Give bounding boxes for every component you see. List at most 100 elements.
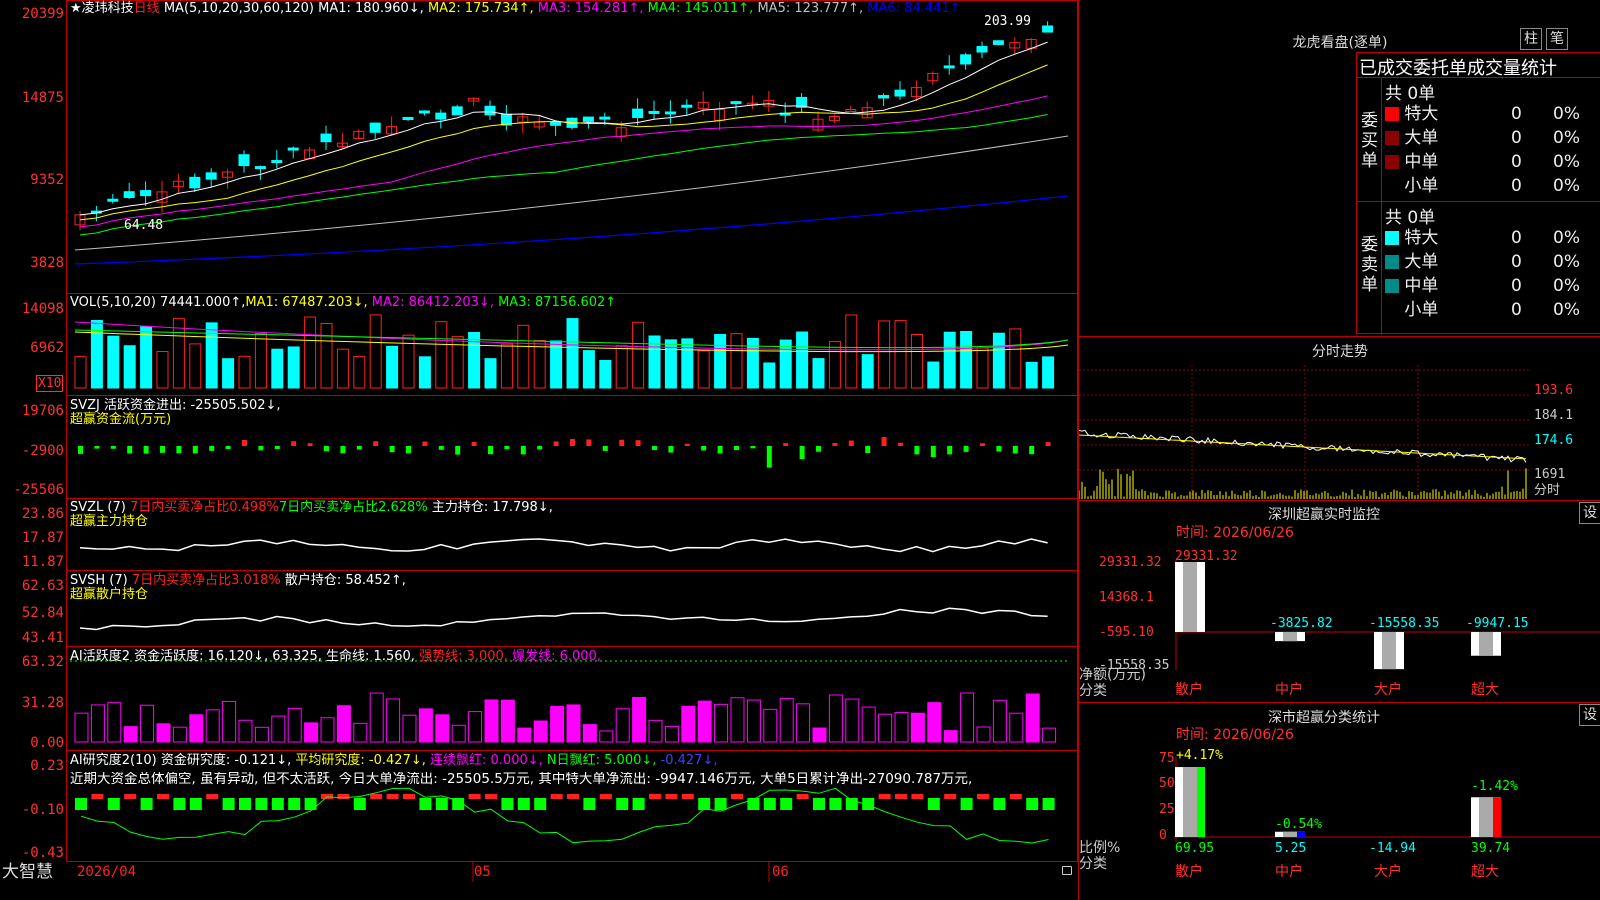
- ai2-bar: [977, 794, 989, 799]
- sz-monitor-value: -9947.15: [1466, 616, 1529, 631]
- ai2-bar: [911, 794, 924, 799]
- volume-bar: [599, 359, 612, 389]
- vol-multiplier: X10: [36, 375, 64, 392]
- ai2-bar: [353, 798, 366, 810]
- star-icon: ★: [70, 1, 82, 16]
- period-label[interactable]: 日线: [134, 1, 160, 16]
- svzj-bar: [570, 439, 575, 446]
- ai2-bar: [255, 798, 268, 810]
- ai1-bar: [714, 703, 729, 743]
- lock-icon[interactable]: [1062, 866, 1072, 875]
- ai2-bar: [895, 794, 907, 799]
- ai2-bar: [681, 794, 694, 799]
- candle-body: [320, 133, 332, 143]
- svzl-t1: 7日内买卖净占比0.498%: [129, 500, 279, 515]
- ai1-bar: [894, 711, 909, 743]
- svzj-bar: [94, 446, 100, 449]
- ai1-bar: [90, 704, 105, 743]
- ai1-bar: [910, 712, 925, 743]
- ai1-bar: [599, 730, 614, 743]
- svzj-axis-2: -2900: [21, 443, 64, 459]
- ai2-header: AI研究度2(10) 资金研究度: -0.121↓, 平均研究度: -0.427…: [70, 753, 717, 768]
- fenshi-axis-1: 193.6: [1534, 383, 1574, 398]
- svzj-bar: [537, 446, 543, 450]
- ai2-bar: [944, 794, 957, 799]
- main-axis-4: 3828: [30, 255, 64, 271]
- ai1-bar: [582, 724, 597, 743]
- svzj-bar: [652, 446, 657, 450]
- tick-mode-button[interactable]: 笔: [1546, 28, 1568, 50]
- candle-body: [730, 101, 742, 105]
- sz-monitor-bar: [1471, 632, 1501, 656]
- sell-row-1: 大单 0 0%: [1385, 251, 1600, 273]
- row-label: 小单: [1404, 300, 1439, 320]
- ai1-bar: [107, 702, 122, 743]
- volume-bar: [304, 316, 317, 389]
- volume-bar: [140, 325, 153, 389]
- fenshi-chart[interactable]: 193.6 184.1 174.6 1691 分时: [1079, 365, 1600, 501]
- candle-body: [189, 176, 201, 189]
- row-pct: 0%: [1553, 276, 1580, 296]
- svzj-bar: [438, 446, 444, 450]
- bar-mode-button[interactable]: 柱: [1520, 28, 1542, 50]
- svzj-axis-1: 19706: [21, 403, 64, 419]
- ai2-bar: [534, 798, 547, 810]
- ma4-label: MA4: 145.011↑,: [647, 1, 754, 16]
- svzj-bar: [865, 446, 871, 453]
- volume-bar: [74, 356, 87, 389]
- ai2-bar: [780, 798, 793, 810]
- sz-stats-cat: 超大: [1471, 864, 1499, 880]
- legend-swatch: [1385, 155, 1399, 169]
- ai2-bar: [731, 794, 743, 799]
- row-count: 0: [1511, 152, 1522, 172]
- row-count: 0: [1511, 128, 1522, 148]
- ai1-bar: [615, 708, 630, 743]
- chart-area[interactable]: ★凌玮科技日线 MA(5,10,20,30,60,120) MA1: 180.9…: [0, 0, 1078, 882]
- sz-monitor-axis: -595.10: [1099, 625, 1154, 640]
- sz-stats-value: -14.94: [1369, 841, 1416, 856]
- ai1-bar: [386, 698, 401, 743]
- svzj-header: SVZJ 活跃资金进出: -25505.502↓,: [70, 398, 281, 413]
- volume-bar: [976, 347, 989, 389]
- ai2-bar: [599, 794, 612, 799]
- svzj-bar: [619, 439, 625, 446]
- svzj-bar: [110, 446, 116, 449]
- ai1-bar: [992, 699, 1007, 743]
- svsh-name: SVSH (7): [70, 573, 128, 588]
- vol-axis-1: 14098: [21, 301, 64, 317]
- ai2-bar: [1042, 798, 1055, 810]
- candle-body: [681, 104, 693, 108]
- ai2-bar: [485, 794, 497, 799]
- ai2-bar: [91, 794, 104, 799]
- bar-shade: [1183, 767, 1197, 837]
- svzj-bar: [914, 446, 920, 455]
- ai1-bar: [484, 699, 499, 743]
- svzj-bar: [209, 446, 215, 451]
- bar-shade: [1283, 831, 1297, 837]
- sz-stats-value: 69.95: [1175, 841, 1214, 856]
- ai1-bar: [435, 714, 450, 743]
- legend-swatch: [1385, 279, 1399, 293]
- sz-stats-xlabel: 分类: [1079, 856, 1107, 872]
- ai2-bar: [583, 798, 596, 810]
- sell-orders-label: 委卖单: [1361, 235, 1378, 295]
- ai2-bars: [75, 794, 1055, 810]
- fenshi-axis-3: 174.6: [1534, 433, 1574, 448]
- ai1-bar: [1009, 712, 1024, 743]
- candle-body: [976, 46, 988, 53]
- volume-bar: [1025, 361, 1038, 389]
- ai1-bar: [140, 704, 155, 743]
- app-logo: 大智慧: [2, 862, 53, 882]
- stock-name[interactable]: 凌玮科技: [82, 1, 134, 16]
- volume-bar: [222, 358, 235, 389]
- row-count: 0: [1511, 252, 1522, 272]
- svzj-bar: [324, 446, 329, 452]
- ma6-label: MA6: 84.441↑: [867, 1, 961, 16]
- ai2-bar: [304, 798, 317, 810]
- ai2-comment: 近期大资金总体偏空, 虽有异动, 但不太活跃, 今日大单净流出: -25505.…: [70, 772, 973, 787]
- fenshi-title: 分时走势: [1312, 344, 1368, 360]
- svzj-bar: [127, 446, 133, 454]
- vol-ma3: MA3: 87156.602↑: [498, 295, 617, 310]
- svzj-bar: [881, 436, 887, 446]
- bar-accent: [1197, 767, 1205, 837]
